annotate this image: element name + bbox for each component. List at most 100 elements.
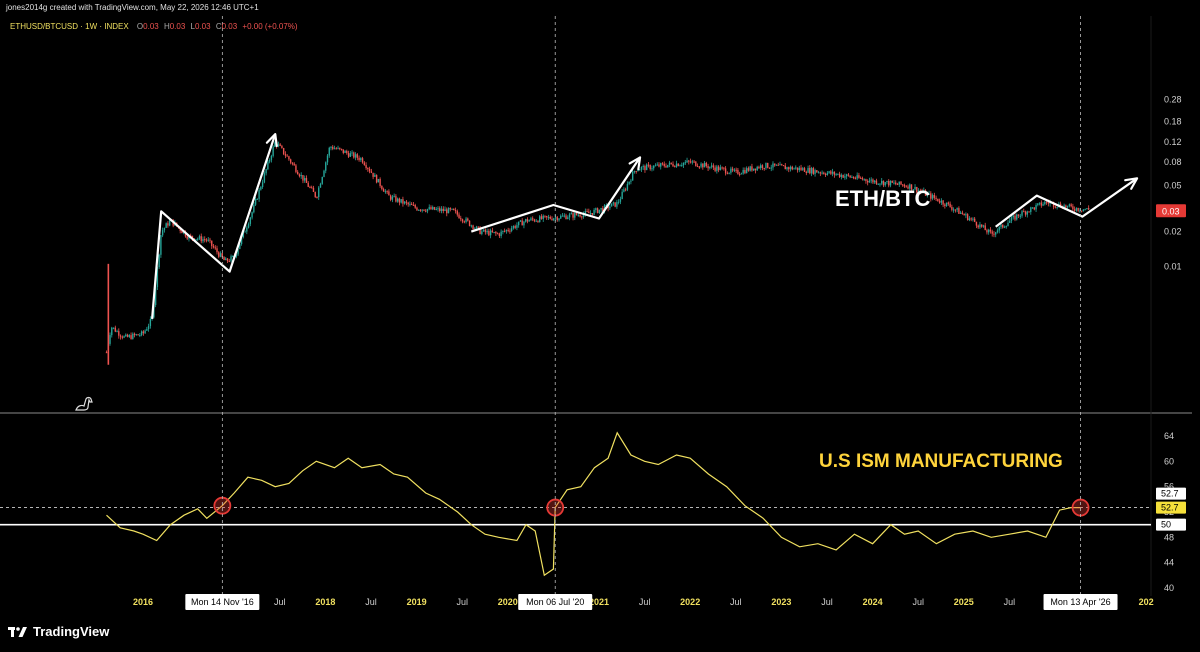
- candle-body: [354, 154, 357, 158]
- candle-body: [218, 252, 220, 257]
- candle-body: [781, 164, 783, 166]
- tradingview-logo[interactable]: TradingView: [8, 624, 109, 639]
- candle-body: [533, 219, 536, 222]
- candle-body: [667, 164, 669, 168]
- candle-body: [146, 329, 148, 331]
- ism-highlight-marker: [213, 496, 232, 515]
- candle-body: [126, 334, 129, 337]
- candle-body: [863, 179, 865, 181]
- symbol-label[interactable]: ETHUSD/BTCUSD · 1W · INDEX: [10, 22, 129, 31]
- candle-body: [824, 174, 827, 176]
- candle-body: [133, 333, 136, 335]
- candle-body: [356, 154, 359, 158]
- candle-body: [530, 218, 532, 221]
- price-tick-label: 0.01: [1164, 261, 1182, 271]
- candle-body: [893, 182, 895, 184]
- candle-body: [788, 167, 790, 170]
- time-tick-label: 2025: [954, 597, 974, 607]
- eth-btc-title: ETH/BTC: [835, 186, 930, 211]
- candle-body: [835, 174, 837, 176]
- candle-body: [405, 201, 408, 203]
- candle-body: [982, 225, 985, 227]
- ohlc-legend[interactable]: ETHUSD/BTCUSD · 1W · INDEX O0.03 H0.03 L…: [10, 22, 298, 31]
- candle-body: [472, 225, 474, 230]
- candle-body: [539, 216, 541, 223]
- candle-body: [298, 174, 301, 177]
- candle-body: [616, 202, 618, 207]
- candle-body: [304, 178, 306, 181]
- candle-body: [330, 146, 332, 148]
- candle-body: [998, 226, 1000, 231]
- candle-body: [837, 173, 839, 175]
- candle-body: [211, 240, 213, 246]
- ism-value-tag-top-label: 52.7: [1161, 489, 1179, 499]
- candle-body: [414, 205, 416, 208]
- candle-body: [279, 144, 281, 146]
- candle-body: [284, 154, 287, 156]
- chart-canvas[interactable]: 0.28 0.18 0.12 0.08 0.05 0.03 0.02 0.01 0.03 64 6…: [0, 0, 1200, 614]
- candle-body: [1077, 207, 1079, 211]
- candle-body: [386, 191, 388, 193]
- candle-body: [272, 146, 274, 156]
- candle-body: [160, 235, 162, 255]
- candle-body: [631, 171, 634, 181]
- time-tick-label: 2016: [133, 597, 153, 607]
- candle-body: [463, 221, 466, 223]
- candle-body: [621, 191, 623, 200]
- candle-body: [147, 325, 150, 330]
- candle-body: [461, 219, 464, 222]
- candle-body: [995, 232, 997, 235]
- candle-body: [565, 215, 567, 220]
- candle-body: [437, 208, 439, 210]
- time-tick-label: 2018: [315, 597, 335, 607]
- candle-body: [684, 162, 686, 164]
- candle-body: [596, 208, 599, 213]
- candle-body: [268, 159, 271, 162]
- candle-body: [696, 166, 699, 168]
- candle-body: [325, 162, 327, 171]
- candle-body: [403, 201, 406, 204]
- candle-body: [439, 208, 441, 211]
- candle-body: [512, 226, 515, 229]
- candle-body: [560, 215, 562, 219]
- candle-body: [119, 335, 122, 337]
- candle-body: [1087, 208, 1090, 210]
- candle-body: [872, 179, 874, 183]
- candle-body: [532, 218, 534, 220]
- candle-body: [968, 218, 971, 221]
- candle-body: [1014, 215, 1016, 220]
- price-tick-label: 0.05: [1164, 181, 1182, 191]
- candle-body: [1000, 224, 1002, 227]
- candle-body: [763, 167, 765, 169]
- candle-body: [507, 229, 509, 231]
- candle-body: [551, 218, 553, 221]
- candle-body: [549, 216, 551, 219]
- candle-body: [321, 176, 323, 184]
- candle-body: [519, 220, 522, 222]
- candle-body: [700, 163, 702, 167]
- time-tick-label: 2019: [407, 597, 427, 607]
- candle-body: [714, 167, 716, 171]
- candle-body: [447, 208, 450, 214]
- candle-body: [563, 215, 565, 217]
- candle-body: [954, 209, 957, 211]
- candle-body: [410, 203, 413, 205]
- candle-body: [495, 232, 497, 234]
- last-price-label: 0.03: [1162, 206, 1180, 216]
- candle-body: [791, 166, 793, 170]
- candle-body: [246, 227, 248, 232]
- candle-body: [260, 187, 262, 190]
- candle-body: [972, 218, 974, 220]
- candle-body: [535, 220, 537, 222]
- open-value: 0.03: [143, 22, 159, 31]
- time-tick-label: Jul: [1004, 597, 1016, 607]
- candle-body: [349, 153, 352, 157]
- candle-body: [1019, 215, 1021, 217]
- candle-body: [546, 215, 548, 218]
- candle-body: [302, 175, 304, 181]
- candle-body: [1007, 222, 1009, 227]
- brand-name: TradingView: [33, 624, 110, 639]
- ism-tick-label: 40: [1164, 583, 1174, 593]
- candle-body: [367, 168, 369, 170]
- candle-body: [1021, 211, 1023, 216]
